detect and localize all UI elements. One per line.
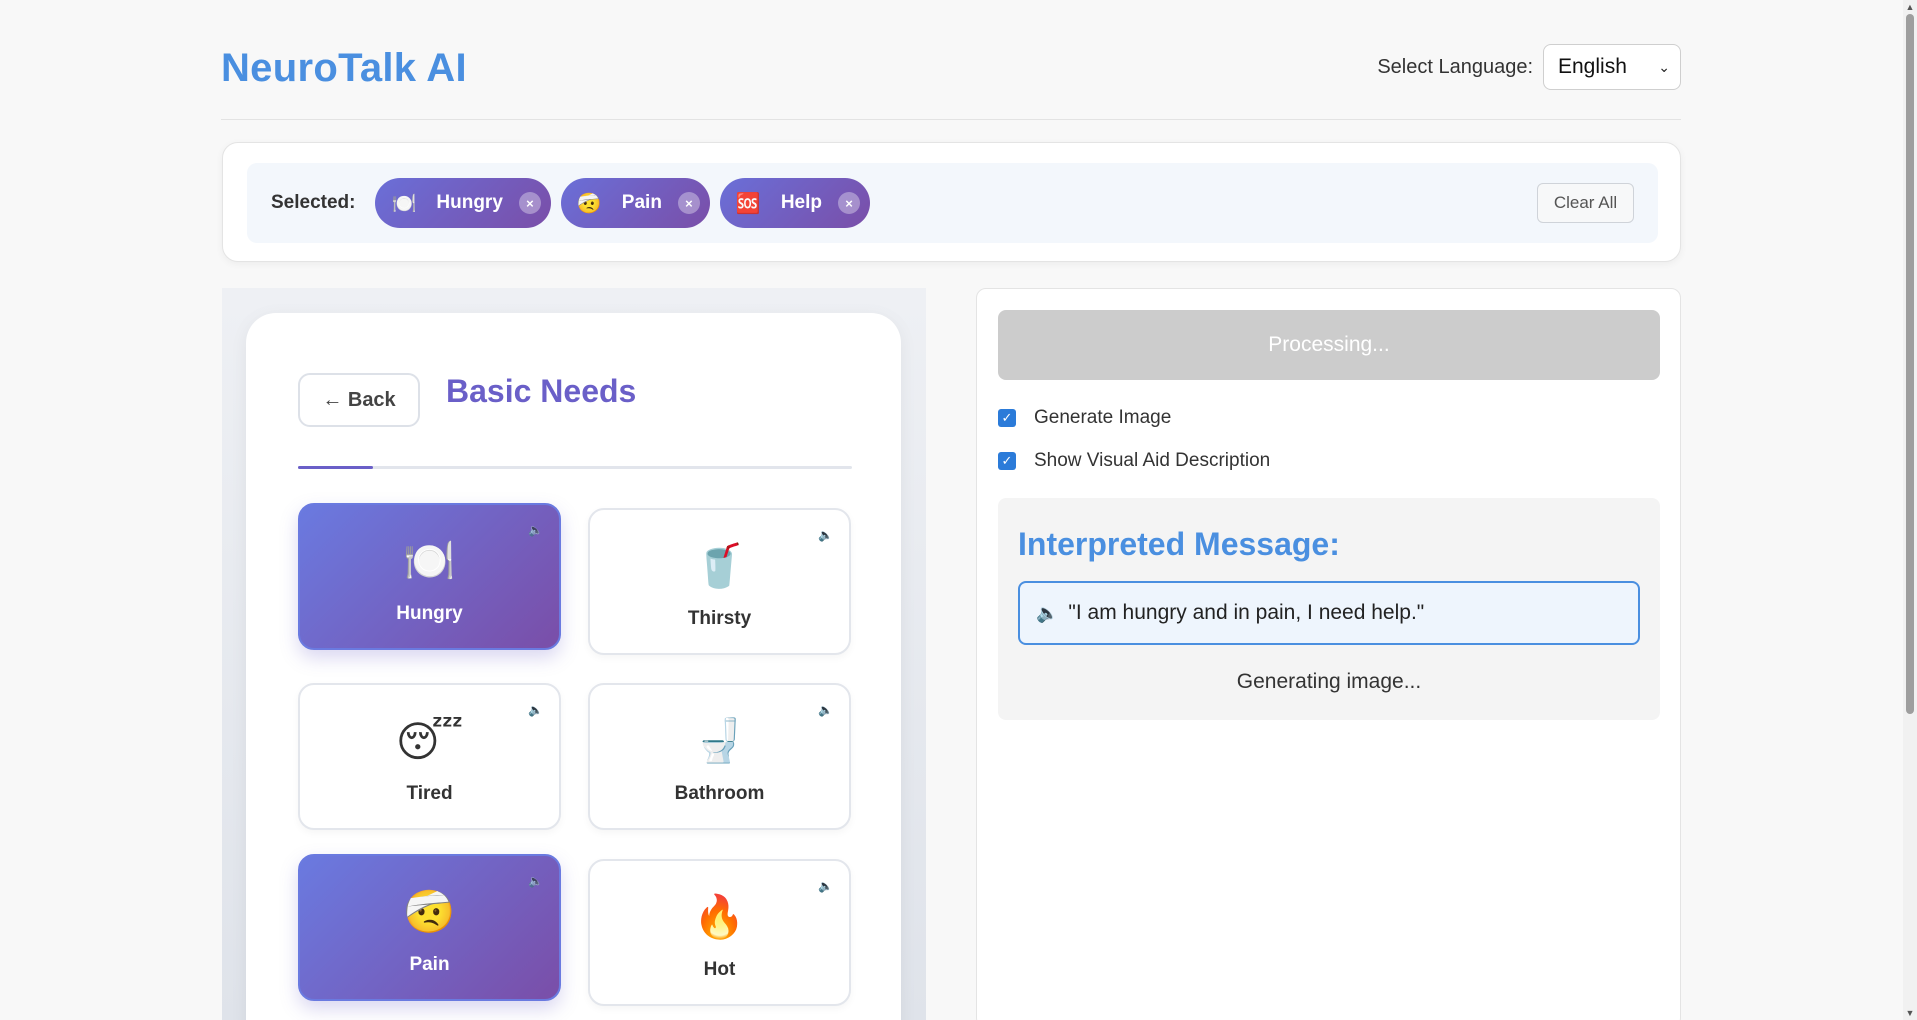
plate-icon: 🍽️ (403, 537, 456, 584)
selected-chip-hungry: 🍽️ Hungry × (375, 178, 551, 228)
selected-chip-pain: 🤕 Pain × (560, 178, 710, 228)
category-progress-fill (298, 466, 373, 469)
speaker-icon[interactable]: 🔈 (528, 523, 543, 537)
tile-tired[interactable]: 🔈 😴 Tired (298, 683, 561, 830)
tile-label: Hungry (396, 603, 463, 624)
scroll-thumb[interactable] (1906, 14, 1914, 714)
remove-chip-button[interactable]: × (677, 192, 700, 214)
tile-label: Pain (409, 954, 450, 975)
injured-face-icon: 🤕 (403, 888, 456, 935)
language-picker: Select Language: English ⌄ (1377, 44, 1681, 90)
selected-chip-help: 🆘 Help × (719, 178, 871, 228)
tile-label: Hot (703, 959, 736, 980)
speaker-icon[interactable]: 🔈 (528, 874, 543, 888)
language-select[interactable]: English ⌄ (1543, 44, 1681, 90)
tile-hungry[interactable]: 🔈 🍽️ Hungry (298, 503, 561, 650)
selected-card: Selected: 🍽️ Hungry × 🤕 Pain × 🆘 Help × … (222, 142, 1681, 262)
interpreted-message-text: "I am hungry and in pain, I need help." (1068, 601, 1425, 624)
visual-aid-option[interactable]: ✓ Show Visual Aid Description (998, 450, 1270, 472)
injured-face-icon: 🤕 (576, 192, 602, 215)
tile-label: Tired (406, 783, 453, 804)
speaker-icon[interactable]: 🔈 (818, 528, 833, 542)
interpreted-message-card: Interpreted Message: 🔈 "I am hungry and … (998, 498, 1660, 720)
chip-label: Help (780, 192, 823, 213)
language-select-value: English (1558, 55, 1627, 78)
process-button[interactable]: Processing... (998, 310, 1660, 380)
generate-image-label: Generate Image (1034, 407, 1172, 428)
chip-label: Pain (621, 192, 662, 213)
tile-thirsty[interactable]: 🔈 🥤 Thirsty (588, 508, 851, 655)
tile-bathroom[interactable]: 🔈 🚽 Bathroom (588, 683, 851, 830)
category-title: Basic Needs (446, 373, 637, 409)
selected-bar: Selected: 🍽️ Hungry × 🤕 Pain × 🆘 Help × … (247, 163, 1658, 243)
generation-status: Generating image... (1236, 670, 1422, 693)
remove-chip-button[interactable]: × (518, 192, 541, 214)
generate-image-option[interactable]: ✓ Generate Image (998, 407, 1171, 429)
language-label: Select Language: (1377, 55, 1533, 78)
output-panel: Processing... ✓ Generate Image ✓ Show Vi… (976, 288, 1681, 1020)
scroll-down-icon[interactable]: ▼ (1903, 1006, 1917, 1020)
interpreted-title: Interpreted Message: (1018, 526, 1340, 562)
category-panel: ← Back Basic Needs 🔈 🍽️ Hungry 🔈 🥤 Thirs… (222, 288, 926, 1020)
chip-label: Hungry (436, 192, 503, 213)
toilet-icon: 🚽 (693, 717, 746, 764)
fire-icon: 🔥 (693, 893, 746, 940)
visual-aid-label: Show Visual Aid Description (1034, 450, 1271, 471)
sleeping-face-icon: 😴 (395, 718, 464, 765)
category-progress (298, 466, 852, 469)
selected-label: Selected: (271, 192, 356, 213)
speaker-icon[interactable]: 🔈 (1036, 603, 1058, 624)
tile-hot[interactable]: 🔈 🔥 Hot (588, 859, 851, 1006)
remove-chip-button[interactable]: × (838, 192, 861, 214)
tile-pain[interactable]: 🔈 🤕 Pain (298, 854, 561, 1001)
scroll-up-icon[interactable]: ▲ (1903, 0, 1917, 14)
plate-icon: 🍽️ (391, 192, 417, 215)
speaker-icon[interactable]: 🔈 (528, 703, 543, 717)
interpreted-message-box[interactable]: 🔈 "I am hungry and in pain, I need help.… (1018, 581, 1640, 645)
page: NeuroTalk AI Select Language: English ⌄ … (0, 0, 1917, 1020)
sos-icon: 🆘 (735, 192, 761, 215)
back-button[interactable]: ← Back (298, 373, 420, 427)
speaker-icon[interactable]: 🔈 (818, 879, 833, 893)
drink-cup-icon: 🥤 (693, 542, 746, 589)
speaker-icon[interactable]: 🔈 (818, 703, 833, 717)
chevron-down-icon: ⌄ (1658, 58, 1670, 75)
generate-image-checkbox[interactable]: ✓ (998, 409, 1016, 427)
app-title: NeuroTalk AI (221, 46, 467, 90)
page-scrollbar[interactable]: ▲ ▼ (1903, 0, 1917, 1020)
tile-label: Thirsty (687, 608, 752, 629)
basic-needs-card: ← Back Basic Needs 🔈 🍽️ Hungry 🔈 🥤 Thirs… (246, 313, 901, 1020)
app-header: NeuroTalk AI Select Language: English ⌄ (221, 40, 1681, 120)
visual-aid-checkbox[interactable]: ✓ (998, 452, 1016, 470)
clear-all-button[interactable]: Clear All (1537, 183, 1634, 223)
tile-label: Bathroom (674, 783, 765, 804)
